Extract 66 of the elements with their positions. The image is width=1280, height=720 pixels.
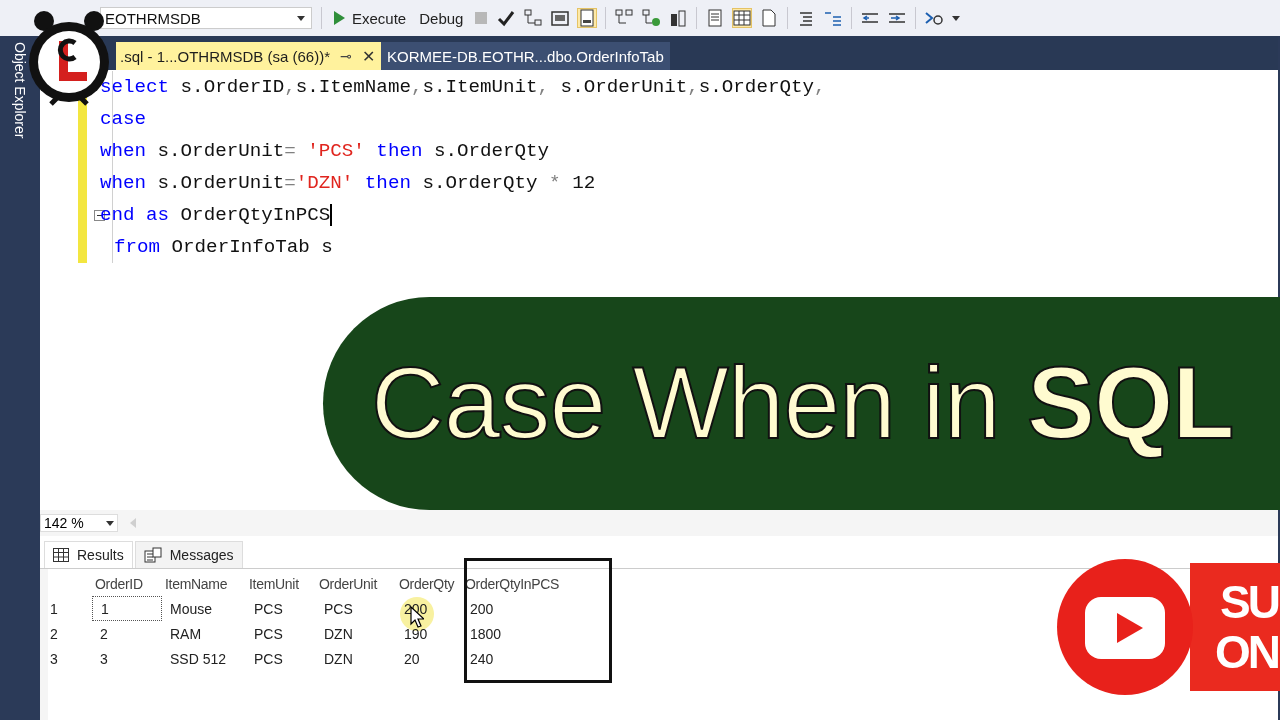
code-line: select s.OrderID,s.ItemName,s.ItemUnit, s.OrderUnit,s.OrderQty,	[100, 76, 826, 98]
arrow-icon[interactable]	[925, 9, 944, 27]
caret-icon[interactable]	[952, 15, 961, 21]
table-cell-text: PCS	[323, 599, 354, 619]
column-header[interactable]: ItemUnit	[246, 571, 316, 596]
table-cell-text: 20	[403, 649, 421, 669]
grid-icon	[53, 548, 69, 562]
banner-title: Case When in SQL	[371, 345, 1234, 462]
table-cell-text: 190	[403, 624, 429, 644]
table-cell-text: PCS	[253, 599, 284, 619]
form-icon[interactable]	[578, 9, 597, 27]
document-tab[interactable]: .sql - 1...OTHRMSDB (sa (66))* ⊸ ✕	[116, 42, 382, 70]
results-tab[interactable]: Messages	[134, 541, 243, 568]
play-icon	[333, 11, 345, 25]
row-number[interactable]: 2	[48, 621, 92, 646]
play-button-icon[interactable]	[1055, 557, 1195, 697]
zoom-dropdown[interactable]: 142 %	[40, 514, 118, 532]
code-line: when s.OrderUnit='DZN' then s.OrderQty * 12	[100, 172, 596, 194]
diagram-icon[interactable]	[615, 9, 634, 27]
row-number[interactable]: 3	[48, 646, 92, 671]
table-cell-text: SSD 512	[169, 649, 228, 669]
debug-button[interactable]: Debug	[417, 9, 466, 27]
close-icon[interactable]: ✕	[362, 46, 376, 66]
file-icon[interactable]	[760, 9, 779, 27]
table-cell-text: PCS	[253, 649, 284, 669]
table-cell-text: DZN	[323, 649, 354, 669]
database-dropdown[interactable]: EOTHRMSDB	[100, 7, 312, 29]
code-line: from OrderInfoTab s	[113, 236, 333, 258]
table-cell-text: 240	[469, 649, 495, 669]
subscribe-text: SU	[1220, 577, 1280, 627]
subscribe-banner[interactable]: SU ON	[1190, 563, 1280, 691]
column-header[interactable]: OrderQtyInPCS	[462, 571, 602, 596]
sidebar-tab[interactable]: Object Explorer	[12, 42, 28, 139]
table-cell-text: RAM	[169, 624, 203, 644]
table-cell-text: 3	[99, 649, 109, 669]
subscribe-text: ON	[1215, 627, 1279, 677]
column-header[interactable]: OrderID	[92, 571, 162, 596]
table-cell: 1	[92, 596, 162, 621]
code-line: when s.OrderUnit= 'PCS' then s.OrderQty	[100, 140, 550, 162]
table-cell-text: 200	[469, 599, 495, 619]
table-cell-text: Mouse	[169, 599, 214, 619]
document-tab[interactable]: KORMEE-DB.EOTHR...dbo.OrderInfoTab	[381, 42, 670, 70]
table-cell-text: 1800	[469, 624, 503, 644]
window-icon[interactable]	[551, 9, 570, 27]
execute-button[interactable]: Execute	[331, 9, 409, 27]
table-cell-text: PCS	[253, 624, 284, 644]
code-line: end as OrderQtyInPCS	[100, 204, 332, 226]
diagram-icon[interactable]	[524, 9, 543, 27]
table-icon[interactable]	[733, 9, 752, 27]
diagram-icon[interactable]	[642, 9, 661, 27]
row-number[interactable]: 1	[48, 596, 92, 621]
caret-icon	[297, 15, 305, 21]
column-header[interactable]: OrderUnit	[316, 571, 396, 596]
table-cell-text: 2	[99, 624, 109, 644]
server-icon[interactable]	[669, 9, 688, 27]
column-header[interactable]: ItemName	[162, 571, 246, 596]
table-cell-text: DZN	[323, 624, 354, 644]
checkmark-icon[interactable]	[497, 9, 516, 27]
message-icon	[143, 547, 162, 563]
code-line: case	[100, 108, 147, 130]
column-header[interactable]: OrderQty	[396, 571, 462, 596]
pin-icon[interactable]: ⊸	[340, 48, 353, 64]
list-icon[interactable]	[824, 9, 843, 27]
document-icon[interactable]	[706, 9, 725, 27]
results-tab[interactable]: Results	[44, 541, 133, 568]
caret-icon	[106, 520, 114, 526]
